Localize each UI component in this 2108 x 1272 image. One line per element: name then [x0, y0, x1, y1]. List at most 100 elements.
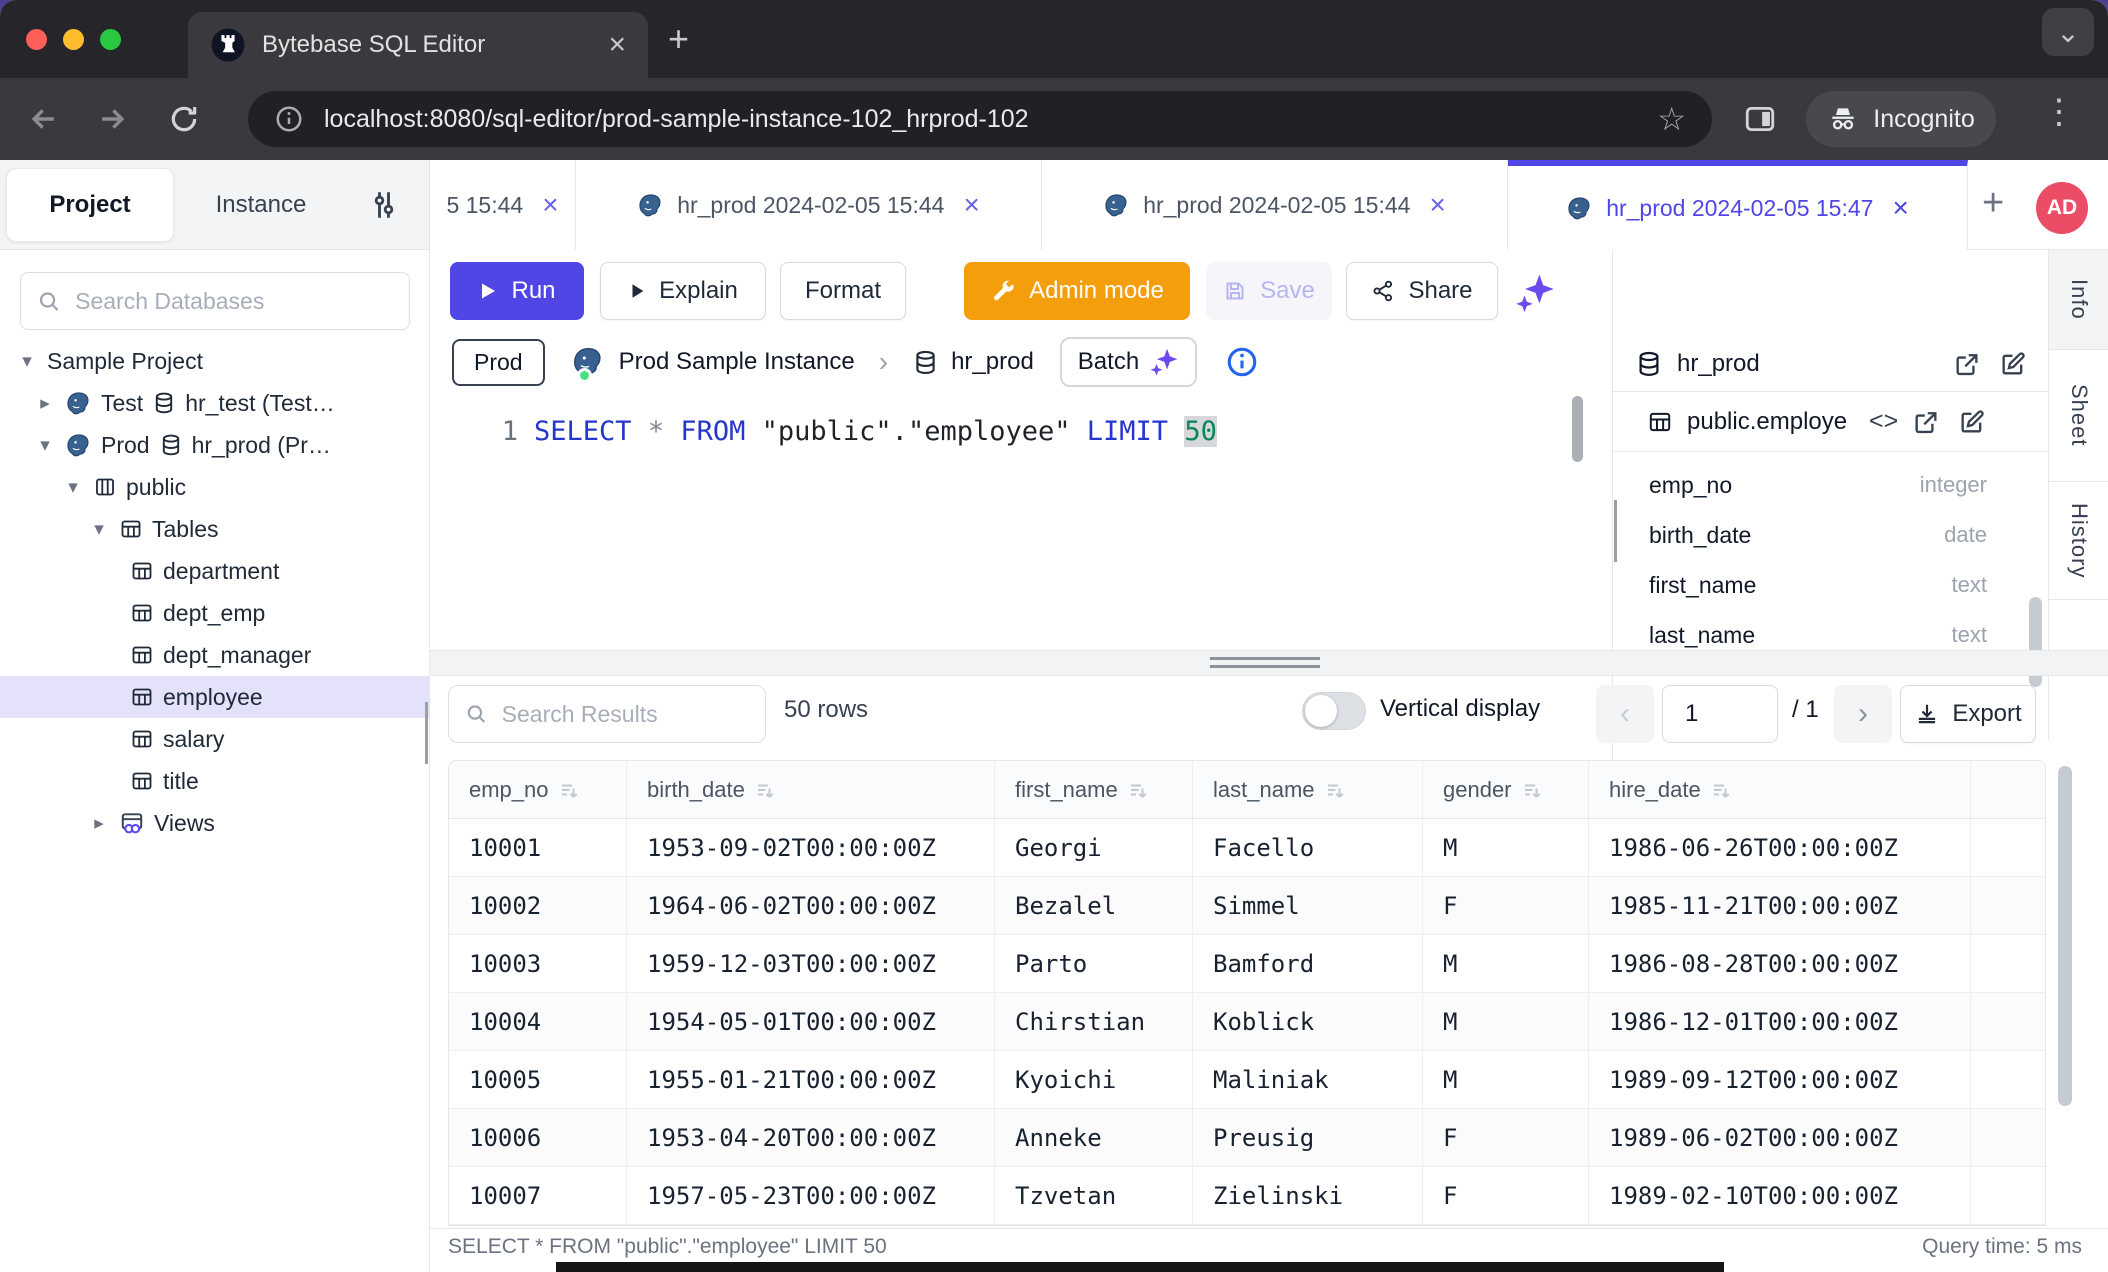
cell[interactable]: 10003 [449, 935, 627, 992]
cell[interactable]: 10007 [449, 1167, 627, 1224]
tree-tables-group[interactable]: ▾ Tables [0, 508, 430, 550]
site-info-icon[interactable] [274, 104, 304, 134]
column-row[interactable]: first_name text [1613, 560, 2013, 610]
instance-name[interactable]: Prod Sample Instance [619, 348, 855, 376]
database-search-input[interactable] [75, 288, 393, 315]
close-worksheet-icon[interactable]: × [1429, 189, 1445, 221]
edit-icon[interactable] [1958, 408, 1986, 436]
sort-icon[interactable] [755, 780, 775, 800]
cell[interactable]: Facello [1193, 819, 1423, 876]
share-button[interactable]: Share [1346, 262, 1498, 320]
tree-table-employee-selected[interactable]: employee [0, 676, 430, 718]
cell[interactable]: Bamford [1193, 935, 1423, 992]
cell[interactable]: 10005 [449, 1051, 627, 1108]
cell[interactable]: M [1423, 819, 1589, 876]
cell[interactable]: 1989-09-12T00:00:00Z [1589, 1051, 1971, 1108]
caret-down-icon[interactable]: ▾ [88, 518, 110, 541]
cell[interactable]: 10004 [449, 993, 627, 1050]
prev-page-button[interactable]: ‹ [1596, 685, 1654, 743]
bookmark-star-icon[interactable]: ☆ [1657, 100, 1686, 138]
table-row[interactable]: 100031959-12-03T00:00:00ZPartoBamfordM19… [449, 935, 2045, 993]
tree-db-row-test[interactable]: ▸ Test hr_test (Test… [0, 382, 430, 424]
sort-icon[interactable] [1711, 780, 1731, 800]
cell[interactable]: Koblick [1193, 993, 1423, 1050]
tree-settings-icon[interactable] [366, 187, 402, 228]
column-row[interactable]: birth_date date [1613, 510, 2013, 560]
table-row[interactable]: 100051955-01-21T00:00:00ZKyoichiMaliniak… [449, 1051, 2045, 1109]
cell[interactable]: Simmel [1193, 877, 1423, 934]
panel-database-row[interactable]: hr_prod [1613, 336, 2048, 392]
cell[interactable]: 1955-01-21T00:00:00Z [627, 1051, 995, 1108]
cell[interactable]: Bezalel [995, 877, 1193, 934]
column-header[interactable]: birth_date [627, 761, 995, 818]
cell[interactable]: 10002 [449, 877, 627, 934]
user-avatar[interactable]: AD [2036, 182, 2088, 234]
sort-icon[interactable] [1128, 780, 1148, 800]
close-worksheet-icon[interactable]: × [1892, 192, 1908, 224]
results-resize-divider[interactable] [430, 650, 2108, 676]
cell[interactable]: M [1423, 935, 1589, 992]
cell[interactable]: M [1423, 1051, 1589, 1108]
cell[interactable]: 1964-06-02T00:00:00Z [627, 877, 995, 934]
worksheet-tab-3[interactable]: hr_prod 2024-02-05 15:44 × [1042, 160, 1508, 250]
vertical-display-toggle[interactable] [1302, 692, 1366, 730]
reload-icon[interactable] [162, 97, 206, 141]
cell[interactable]: 1953-09-02T00:00:00Z [627, 819, 995, 876]
database-name[interactable]: hr_prod [951, 348, 1034, 376]
cell[interactable]: Parto [995, 935, 1193, 992]
admin-mode-button[interactable]: Admin mode [964, 262, 1190, 320]
caret-down-icon[interactable]: ▾ [16, 350, 38, 373]
forward-icon[interactable] [90, 97, 134, 141]
worksheet-tab-2[interactable]: hr_prod 2024-02-05 15:44 × [576, 160, 1042, 250]
column-header[interactable]: emp_no [449, 761, 627, 818]
page-number-input[interactable] [1662, 685, 1778, 743]
close-worksheet-icon[interactable]: × [542, 189, 558, 221]
tree-table-department[interactable]: department [0, 550, 430, 592]
sort-icon[interactable] [1325, 780, 1345, 800]
code-tag-icon[interactable]: <> [1869, 407, 1898, 436]
cell[interactable]: 10001 [449, 819, 627, 876]
tree-project-row[interactable]: ▾ Sample Project [0, 340, 430, 382]
info-circle-icon[interactable] [1225, 345, 1259, 379]
url-bar[interactable]: localhost:8080/sql-editor/prod-sample-in… [248, 91, 1712, 147]
side-tab-history[interactable]: History [2049, 482, 2108, 600]
editor-scrollbar[interactable] [1572, 396, 1583, 462]
cell[interactable]: Tzvetan [995, 1167, 1193, 1224]
cell[interactable]: Preusig [1193, 1109, 1423, 1166]
cell[interactable]: Kyoichi [995, 1051, 1193, 1108]
sql-code-line[interactable]: SELECT * FROM "public"."employee" LIMIT … [534, 416, 1217, 447]
table-row[interactable]: 100041954-05-01T00:00:00ZChirstianKoblic… [449, 993, 2045, 1051]
cell[interactable]: F [1423, 877, 1589, 934]
panel-table-row[interactable]: public.employe <> [1613, 392, 2048, 452]
external-link-icon[interactable] [1912, 408, 1940, 436]
caret-down-icon[interactable]: ▾ [34, 434, 56, 457]
tree-table-title[interactable]: title [0, 760, 430, 802]
browser-tab[interactable]: Bytebase SQL Editor × [188, 12, 648, 78]
column-header[interactable]: hire_date [1589, 761, 1971, 818]
cell[interactable]: 1986-06-26T00:00:00Z [1589, 819, 1971, 876]
table-row[interactable]: 100021964-06-02T00:00:00ZBezalelSimmelF1… [449, 877, 2045, 935]
table-row[interactable]: 100011953-09-02T00:00:00ZGeorgiFacelloM1… [449, 819, 2045, 877]
close-worksheet-icon[interactable]: × [963, 189, 979, 221]
maximize-window-button[interactable] [100, 29, 121, 50]
cell[interactable]: 1954-05-01T00:00:00Z [627, 993, 995, 1050]
add-worksheet-button[interactable]: + [1982, 182, 2004, 225]
side-panel-icon[interactable] [1738, 97, 1782, 141]
results-scrollbar[interactable] [2058, 766, 2072, 1106]
cell[interactable]: 1985-11-21T00:00:00Z [1589, 877, 1971, 934]
cell[interactable]: 10006 [449, 1109, 627, 1166]
results-search-input[interactable] [502, 701, 749, 728]
format-button[interactable]: Format [780, 262, 906, 320]
column-header[interactable]: first_name [995, 761, 1193, 818]
results-search[interactable] [448, 685, 766, 743]
next-page-button[interactable]: › [1834, 685, 1892, 743]
close-tab-icon[interactable]: × [608, 30, 626, 60]
side-tab-info[interactable]: Info [2049, 250, 2108, 350]
batch-toggle[interactable]: Batch [1060, 337, 1197, 387]
column-row[interactable]: emp_no integer [1613, 460, 2013, 510]
caret-down-icon[interactable]: ▾ [62, 476, 84, 499]
external-link-icon[interactable] [1953, 350, 1981, 378]
cell[interactable]: 1989-02-10T00:00:00Z [1589, 1167, 1971, 1224]
export-button[interactable]: Export [1900, 685, 2036, 743]
sort-icon[interactable] [1522, 780, 1542, 800]
